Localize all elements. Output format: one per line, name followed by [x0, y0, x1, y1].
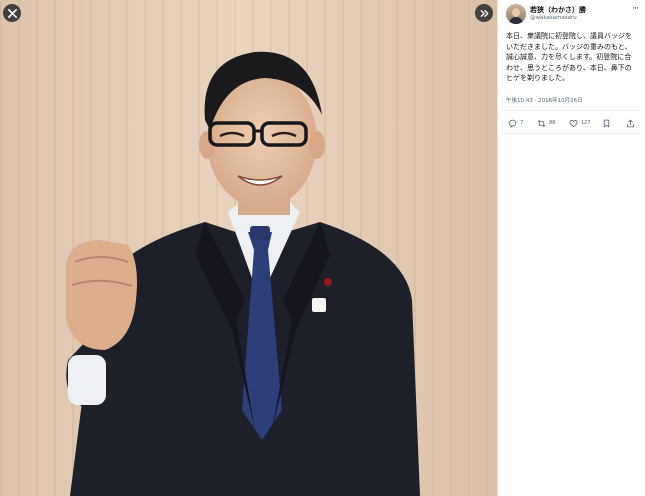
- divider: [504, 133, 640, 134]
- media-viewer: [0, 0, 497, 496]
- tweet-timestamp[interactable]: 午後10:43 · 2016年10月26日: [506, 96, 583, 104]
- double-chevron-right-icon: [480, 9, 488, 17]
- tweet-panel: 若狭（わかさ）勝 @wakasamasaru ··· 本日、衆議院に初登院し、議…: [497, 0, 645, 496]
- like-button[interactable]: 127: [569, 117, 591, 129]
- heart-icon: [569, 119, 578, 127]
- retweet-icon: [537, 119, 546, 127]
- tweet-text: 本日、衆議院に初登院し、議員バッジをいただきました。バッジの重みのもと、誠心誠意…: [506, 32, 632, 82]
- author-handle[interactable]: @wakasamasaru: [530, 15, 577, 21]
- share-button[interactable]: [626, 117, 635, 129]
- avatar[interactable]: [506, 4, 526, 24]
- author-name[interactable]: 若狭（わかさ）勝: [530, 5, 586, 15]
- tweet-header: 若狭（わかさ）勝 @wakasamasaru ···: [506, 4, 640, 26]
- bookmark-button[interactable]: [602, 117, 611, 129]
- divider: [504, 110, 640, 111]
- bookmark-icon: [603, 119, 610, 127]
- more-options-icon[interactable]: ···: [632, 4, 639, 14]
- retweet-button[interactable]: 88: [537, 117, 555, 129]
- expand-panel-button[interactable]: [475, 4, 493, 22]
- close-icon: [7, 8, 17, 18]
- share-icon: [627, 119, 634, 127]
- reply-button[interactable]: 7: [508, 117, 523, 129]
- like-count: 127: [581, 120, 591, 126]
- reply-count: 7: [520, 120, 524, 126]
- tweet-actions: 7 88 127: [506, 117, 636, 129]
- reply-icon: [508, 119, 517, 128]
- close-button[interactable]: [3, 4, 21, 22]
- retweet-count: 88: [549, 120, 556, 126]
- tweet-photo: [0, 0, 497, 496]
